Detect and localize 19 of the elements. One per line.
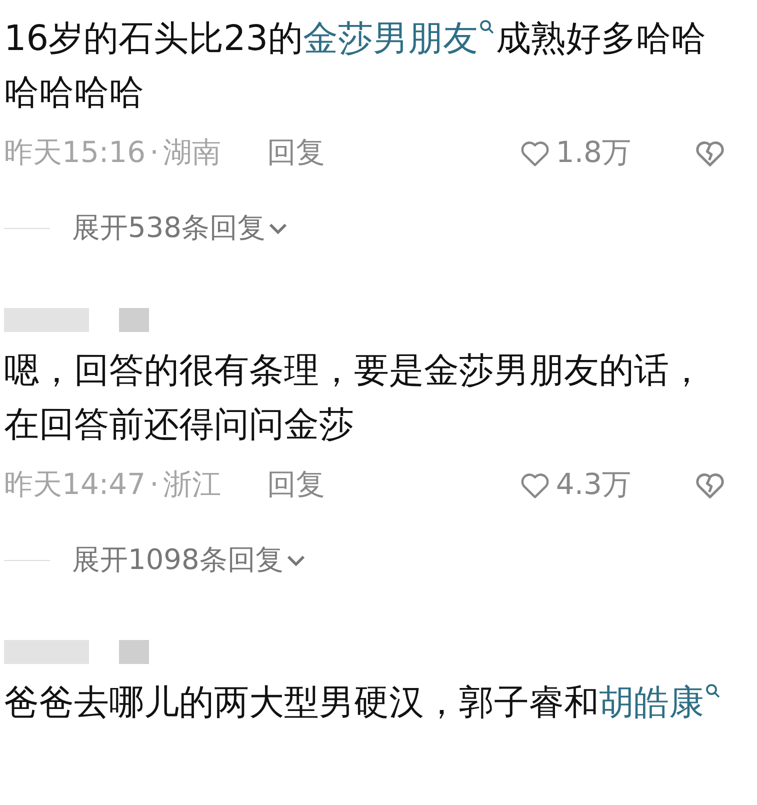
- comment-time: 昨天15:16: [4, 134, 146, 172]
- search-icon: [478, 18, 496, 36]
- comment-text: 嗯，回答的很有条理，要是金莎男朋友的话，在回答前还得问问金莎: [4, 350, 705, 447]
- separator-dot: ·: [150, 466, 159, 504]
- comment-location: 浙江: [162, 466, 221, 504]
- like-button[interactable]: 4.3万: [518, 463, 631, 507]
- search-link[interactable]: 胡皓康: [599, 683, 722, 723]
- reply-link[interactable]: 回复: [266, 131, 325, 175]
- comment-text: 16岁的石头比23的金莎男朋友 成熟好多哈哈哈哈哈哈: [4, 17, 708, 115]
- comment-text: 爸爸去哪儿的两大型男硬汉，郭子睿和胡皓康: [4, 676, 727, 730]
- search-icon: [704, 682, 722, 700]
- comment-location: 湖南: [162, 134, 221, 172]
- expand-replies-button[interactable]: 展开1098条回复: [72, 539, 310, 581]
- expand-replies-button[interactable]: 展开538条回复: [72, 207, 292, 249]
- like-button[interactable]: 1.8万: [518, 131, 631, 175]
- separator-dot: ·: [150, 134, 159, 172]
- search-link[interactable]: 金莎男朋友: [303, 19, 496, 59]
- comment-time: 昨天14:47: [4, 466, 146, 504]
- reply-link[interactable]: 回复: [266, 463, 325, 507]
